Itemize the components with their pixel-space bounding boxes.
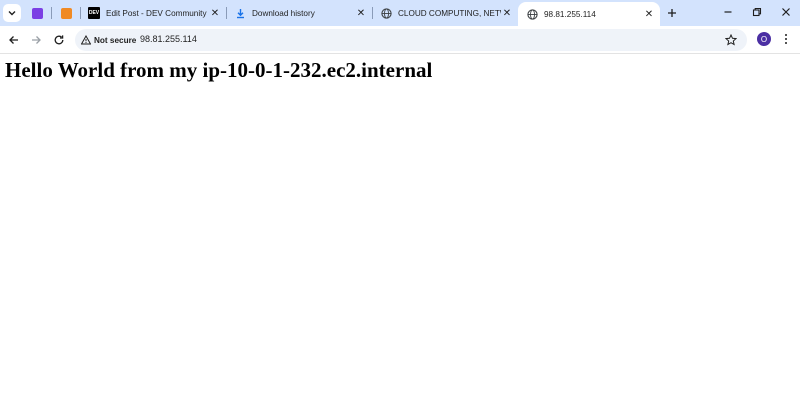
close-icon: [782, 8, 790, 16]
star-icon: [725, 34, 737, 46]
restore-button[interactable]: [747, 3, 767, 21]
tab-title: Edit Post - DEV Community: [106, 8, 207, 18]
warning-triangle-icon: [81, 35, 91, 45]
tab-separator: [51, 7, 52, 19]
pinned-tab-orange[interactable]: [57, 5, 75, 21]
new-tab-button[interactable]: [664, 5, 680, 21]
forward-button[interactable]: [27, 31, 45, 49]
tab-search-button[interactable]: [3, 4, 21, 22]
browser-menu-button[interactable]: [779, 32, 793, 46]
tab-title: CLOUD COMPUTING, NETWO: [398, 8, 501, 18]
tab-cloud-computing[interactable]: CLOUD COMPUTING, NETWO ✕: [372, 2, 518, 24]
security-indicator[interactable]: Not secure: [81, 32, 136, 48]
menu-dot: [785, 42, 787, 44]
close-window-button[interactable]: [776, 3, 796, 21]
bookmark-star-button[interactable]: [724, 33, 738, 47]
download-icon: [234, 7, 246, 19]
globe-icon: [380, 7, 392, 19]
reload-icon: [54, 35, 64, 45]
minimize-button[interactable]: [718, 3, 738, 21]
menu-dot: [785, 34, 787, 36]
chevron-down-icon: [8, 11, 16, 16]
pinned-tab-purple[interactable]: [28, 5, 46, 21]
tab-title: Download history: [252, 8, 315, 18]
back-button[interactable]: [5, 31, 23, 49]
url-text[interactable]: 98.81.255.114: [140, 34, 197, 44]
orange-app-icon: [60, 7, 72, 19]
tab-download-history[interactable]: Download history ✕: [226, 2, 372, 24]
close-tab-icon[interactable]: ✕: [643, 8, 655, 20]
page-content: Hello World from my ip-10-0-1-232.ec2.in…: [0, 55, 800, 420]
tab-edit-post[interactable]: DEV Edit Post - DEV Community ✕: [80, 2, 226, 24]
close-tab-icon[interactable]: ✕: [209, 7, 221, 19]
profile-avatar[interactable]: O: [757, 32, 771, 46]
tab-active-ip[interactable]: 98.81.255.114 ✕: [518, 2, 660, 26]
reload-button[interactable]: [50, 31, 68, 49]
security-label: Not secure: [94, 35, 137, 45]
browser-toolbar: Not secure 98.81.255.114 O: [0, 26, 800, 54]
close-tab-icon[interactable]: ✕: [501, 7, 513, 19]
dev-logo-icon: DEV: [88, 7, 100, 19]
restore-icon: [752, 7, 762, 17]
arrow-right-icon: [32, 36, 41, 44]
close-tab-icon[interactable]: ✕: [355, 7, 367, 19]
menu-dot: [785, 38, 787, 40]
dev-logo-text: DEV: [88, 10, 100, 16]
tab-title: 98.81.255.114: [544, 9, 596, 19]
address-bar[interactable]: Not secure 98.81.255.114: [75, 29, 747, 51]
page-heading: Hello World from my ip-10-0-1-232.ec2.in…: [5, 58, 433, 82]
plus-icon: [668, 9, 676, 17]
arrow-left-icon: [9, 36, 18, 44]
minimize-icon: [724, 11, 732, 13]
tab-strip: DEV Edit Post - DEV Community ✕ Download…: [0, 0, 800, 26]
purple-app-icon: [31, 7, 43, 19]
globe-icon: [526, 8, 538, 20]
